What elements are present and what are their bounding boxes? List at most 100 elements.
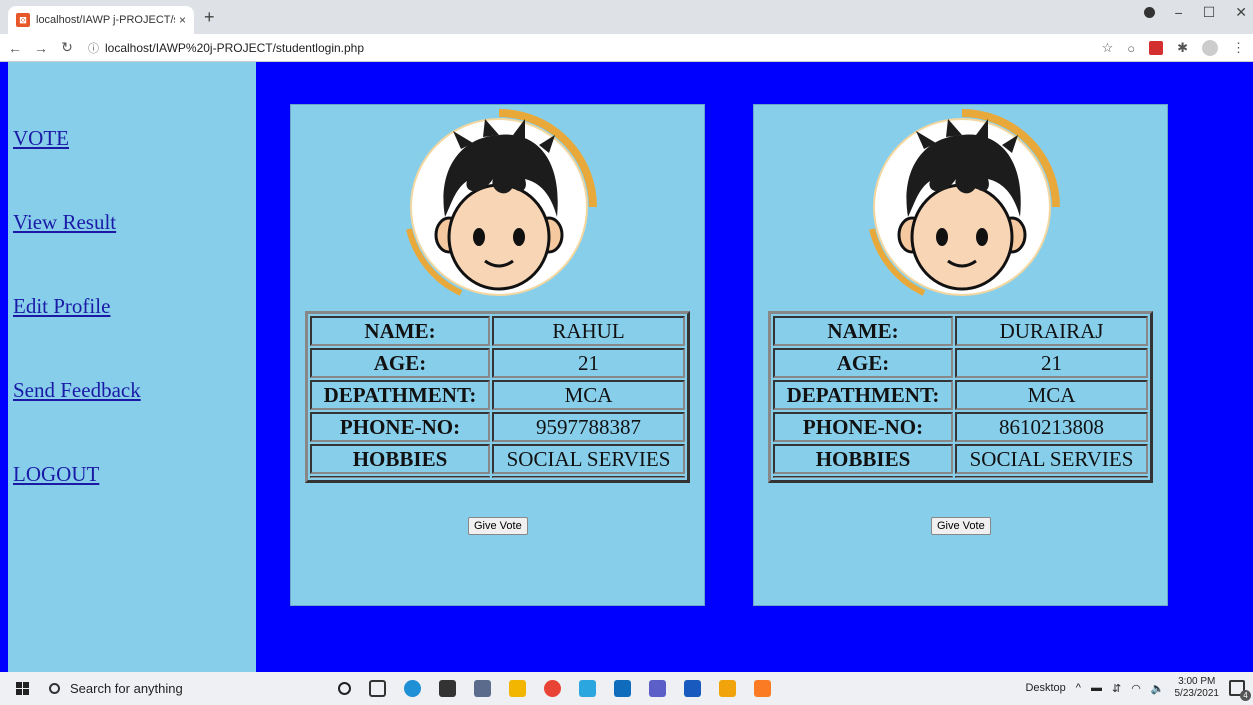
new-tab-button[interactable]: + [204, 7, 215, 28]
xampp-icon[interactable] [754, 680, 771, 697]
edge-icon[interactable] [404, 680, 421, 697]
url-field[interactable]: ⓘ localhost/IAWP%20j-PROJECT/studentlogi… [88, 37, 364, 59]
puzzle-extensions-icon[interactable]: ✱ [1177, 40, 1188, 56]
age-value: 21 [492, 348, 685, 378]
phone-value: 9597788387 [492, 412, 685, 442]
browser-tab[interactable]: ⊠ localhost/IAWP j-PROJECT/stude × [8, 6, 194, 34]
candidate-avatar [401, 109, 597, 305]
profile-record-icon[interactable] [1143, 7, 1155, 18]
boy-avatar-icon [869, 109, 1060, 296]
bookmark-star-icon[interactable]: ☆ [1102, 40, 1114, 56]
chrome-icon[interactable] [544, 680, 561, 697]
profile-avatar-icon[interactable] [1202, 40, 1218, 56]
department-label: DEPATHMENT: [310, 380, 490, 410]
task-view-icon[interactable] [369, 680, 386, 697]
extension-icons: ☆ ○ ✱ ⋮ [1102, 40, 1245, 56]
windows-start-icon[interactable] [16, 682, 29, 695]
hobbies-value: SOCIAL SERVIES [955, 444, 1148, 474]
teams-icon[interactable] [649, 680, 666, 697]
sidebar-link-send-feedback[interactable]: Send Feedback [13, 378, 141, 403]
close-window-icon[interactable]: ✕ [1235, 4, 1247, 21]
candidate-card: NAME: DURAIRAJ AGE: 21 DEPATHMENT: MCA P… [753, 104, 1168, 606]
cortana-icon[interactable] [338, 682, 351, 695]
age-value: 21 [955, 348, 1148, 378]
phone-label: PHONE-NO: [773, 412, 953, 442]
table-row: DEPATHMENT: MCA [773, 380, 1148, 410]
candidate-card: NAME: RAHUL AGE: 21 DEPATHMENT: MCA PHON… [290, 104, 705, 606]
battery-icon[interactable]: ▬ [1091, 682, 1102, 694]
circle-extension-icon[interactable]: ○ [1127, 41, 1135, 56]
candidate-avatar [864, 109, 1060, 305]
maximize-icon[interactable]: ☐ [1203, 4, 1216, 21]
table-row: DEPATHMENT: MCA [310, 380, 685, 410]
pdf-extension-icon[interactable] [1149, 41, 1164, 55]
hobbies-label: HOBBIES [310, 444, 490, 474]
minimize-icon[interactable]: − [1175, 5, 1183, 21]
reload-icon[interactable]: ↻ [56, 39, 78, 56]
camera-icon[interactable] [474, 680, 491, 697]
mail-icon[interactable] [614, 680, 631, 697]
window-controls: − ☐ ✕ [1143, 4, 1247, 21]
clock[interactable]: 3:00 PM 5/23/2021 [1175, 676, 1220, 700]
page-content: VOTE View Result Edit Profile Send Feedb… [0, 62, 1253, 672]
name-label: NAME: [310, 316, 490, 346]
notification-icon[interactable]: 4 [1229, 680, 1251, 701]
boy-avatar-icon [406, 109, 597, 296]
table-row: AGE: 21 [773, 348, 1148, 378]
taskbar-search[interactable]: Search for anything [49, 681, 183, 696]
clock-time: 3:00 PM [1178, 676, 1216, 687]
phone-value: 8610213808 [955, 412, 1148, 442]
sidebar-link-view-result[interactable]: View Result [13, 210, 116, 235]
table-row: AGE: 21 [310, 348, 685, 378]
store-icon[interactable] [439, 680, 456, 697]
candidate-info-table: NAME: RAHUL AGE: 21 DEPATHMENT: MCA PHON… [305, 311, 690, 483]
close-tab-icon[interactable]: × [179, 13, 186, 27]
word-icon[interactable] [684, 680, 701, 697]
search-icon [49, 683, 60, 694]
menu-kebab-icon[interactable]: ⋮ [1232, 40, 1245, 56]
url-text: localhost/IAWP%20j-PROJECT/studentlogin.… [105, 40, 365, 55]
sublime-icon[interactable] [719, 680, 736, 697]
table-row-empty [310, 476, 685, 478]
forward-icon[interactable]: → [30, 40, 52, 56]
wifi-icon[interactable]: ◠ [1131, 682, 1141, 695]
department-label: DEPATHMENT: [773, 380, 953, 410]
give-vote-button[interactable]: Give Vote [468, 517, 528, 535]
department-value: MCA [955, 380, 1148, 410]
file-explorer-icon[interactable] [509, 680, 526, 697]
department-value: MCA [492, 380, 685, 410]
back-icon[interactable]: ← [4, 40, 26, 56]
name-value: RAHUL [492, 316, 685, 346]
site-info-icon[interactable]: ⓘ [88, 40, 99, 56]
hobbies-label: HOBBIES [773, 444, 953, 474]
taskbar-apps [338, 680, 771, 697]
address-bar: ← → ↻ ⓘ localhost/IAWP%20j-PROJECT/stude… [0, 34, 1253, 62]
phone-label: PHONE-NO: [310, 412, 490, 442]
sidebar-link-vote[interactable]: VOTE [13, 126, 69, 151]
snipping-icon[interactable] [579, 680, 596, 697]
name-value: DURAIRAJ [955, 316, 1148, 346]
chevron-up-icon[interactable]: ^ [1076, 682, 1081, 694]
table-row-empty [773, 476, 1148, 478]
notification-count: 4 [1240, 690, 1251, 701]
volume-icon[interactable]: 🔈 [1151, 682, 1165, 695]
table-row: NAME: DURAIRAJ [773, 316, 1148, 346]
desktop-toolbar-label[interactable]: Desktop [1025, 682, 1065, 694]
system-tray: Desktop ^ ▬ ⇵ ◠ 🔈 3:00 PM 5/23/2021 4 [1025, 676, 1251, 701]
table-row: PHONE-NO: 8610213808 [773, 412, 1148, 442]
hobbies-value: SOCIAL SERVIES [492, 444, 685, 474]
table-row: NAME: RAHUL [310, 316, 685, 346]
give-vote-button[interactable]: Give Vote [931, 517, 991, 535]
name-label: NAME: [773, 316, 953, 346]
clock-date: 5/23/2021 [1174, 688, 1220, 699]
table-row: PHONE-NO: 9597788387 [310, 412, 685, 442]
sidebar: VOTE View Result Edit Profile Send Feedb… [8, 62, 256, 672]
network-icon[interactable]: ⇵ [1112, 682, 1121, 695]
age-label: AGE: [773, 348, 953, 378]
sidebar-link-logout[interactable]: LOGOUT [13, 462, 99, 487]
candidate-info-table: NAME: DURAIRAJ AGE: 21 DEPATHMENT: MCA P… [768, 311, 1153, 483]
browser-tab-bar: ⊠ localhost/IAWP j-PROJECT/stude × + − ☐… [0, 0, 1253, 34]
search-placeholder: Search for anything [70, 681, 183, 696]
windows-taskbar: Search for anything Desktop ^ ▬ ⇵ ◠ 🔈 3:… [0, 672, 1253, 705]
sidebar-link-edit-profile[interactable]: Edit Profile [13, 294, 110, 319]
